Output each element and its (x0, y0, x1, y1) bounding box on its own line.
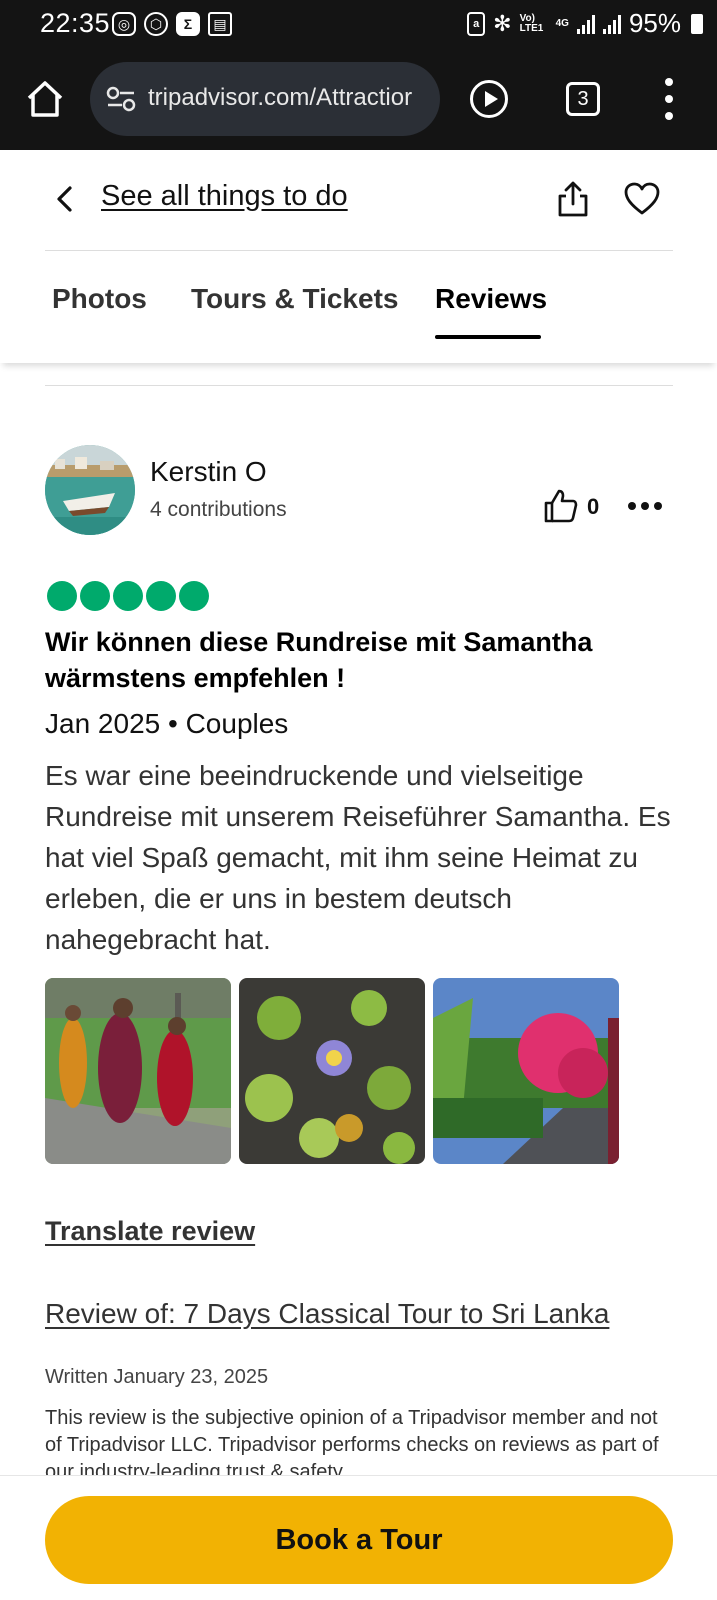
page-header: See all things to do (0, 150, 717, 250)
heart-icon[interactable] (624, 182, 660, 216)
avatar[interactable] (45, 445, 135, 535)
review-photo-water-lily[interactable] (239, 978, 425, 1164)
contribution-count: 4 contributions (150, 498, 287, 521)
review-photos (45, 978, 619, 1164)
rating-bubbles (47, 581, 209, 611)
rating-bubble-icon (113, 581, 143, 611)
thumbs-up-icon[interactable] (543, 488, 579, 524)
status-time: 22:35 (40, 8, 111, 38)
tab-switcher-button[interactable]: 3 (566, 82, 600, 116)
rating-bubble-icon (47, 581, 77, 611)
site-settings-icon[interactable] (106, 86, 136, 112)
bottom-cta-bar: Book a Tour (0, 1475, 717, 1600)
instagram-icon: ◎ (112, 12, 136, 36)
media-play-icon[interactable] (470, 80, 508, 118)
browser-toolbar: tripadvisor.com/Attractior 3 (0, 50, 717, 150)
helpful-count: 0 (587, 494, 600, 519)
more-options-icon[interactable] (628, 502, 662, 510)
lock-app-icon: a (467, 11, 486, 36)
status-bar: 22:35 ◎ ⬡ Σ ▤ a ✻ Vo) LTE1 4G 95% (0, 0, 717, 50)
section-tabs: Photos Tours & Tickets Reviews (0, 251, 717, 363)
signal-icon-2 (602, 14, 621, 34)
url-text[interactable]: tripadvisor.com/Attractior (148, 84, 412, 112)
see-all-things-link[interactable]: See all things to do (101, 180, 348, 213)
sigma-icon: Σ (176, 12, 200, 36)
written-date: Written January 23, 2025 (45, 1366, 269, 1388)
divider (45, 385, 673, 386)
share-icon[interactable] (556, 180, 590, 218)
translate-review-link[interactable]: Translate review (45, 1216, 255, 1247)
active-tab-indicator (435, 335, 541, 339)
tab-tours-tickets[interactable]: Tours & Tickets (191, 283, 398, 315)
home-icon[interactable] (24, 78, 66, 120)
battery-icon (691, 13, 703, 34)
rating-bubble-icon (146, 581, 176, 611)
review-body: Es war eine beeindruckende und vielseiti… (45, 760, 671, 955)
review-disclaimer: This review is the subjective opinion of… (45, 1407, 659, 1475)
volte-indicator: Vo) LTE1 (519, 12, 544, 34)
signal-icon (576, 14, 595, 34)
calendar-icon: ▤ (208, 12, 232, 36)
review-date-travel-type: Jan 2025 • Couples (45, 708, 289, 739)
address-bar[interactable]: tripadvisor.com/Attractior (90, 62, 440, 136)
status-right: a ✻ Vo) LTE1 4G 95% (467, 8, 703, 39)
tab-reviews[interactable]: Reviews (435, 283, 547, 315)
rating-bubble-icon (80, 581, 110, 611)
bluetooth-icon: ✻ (493, 10, 512, 36)
book-a-tour-button[interactable]: Book a Tour (45, 1496, 673, 1584)
notification-icons: ◎ ⬡ Σ ▤ (112, 12, 232, 36)
back-chevron-icon[interactable] (52, 184, 78, 214)
review-photo-monks[interactable] (45, 978, 231, 1164)
review-photo-garden[interactable] (433, 978, 619, 1164)
tab-photos[interactable]: Photos (52, 283, 147, 315)
reviewer-name[interactable]: Kerstin O (150, 456, 267, 488)
app-icon: ⬡ (144, 12, 168, 36)
review-title: Wir können diese Rundreise mit Samantha … (45, 627, 593, 693)
rating-bubble-icon (179, 581, 209, 611)
battery-percent: 95% (628, 8, 681, 38)
network-type: 4G (555, 17, 569, 29)
browser-menu-icon[interactable] (664, 78, 674, 120)
review-of-link[interactable]: Review of: 7 Days Classical Tour to Sri … (45, 1298, 609, 1330)
